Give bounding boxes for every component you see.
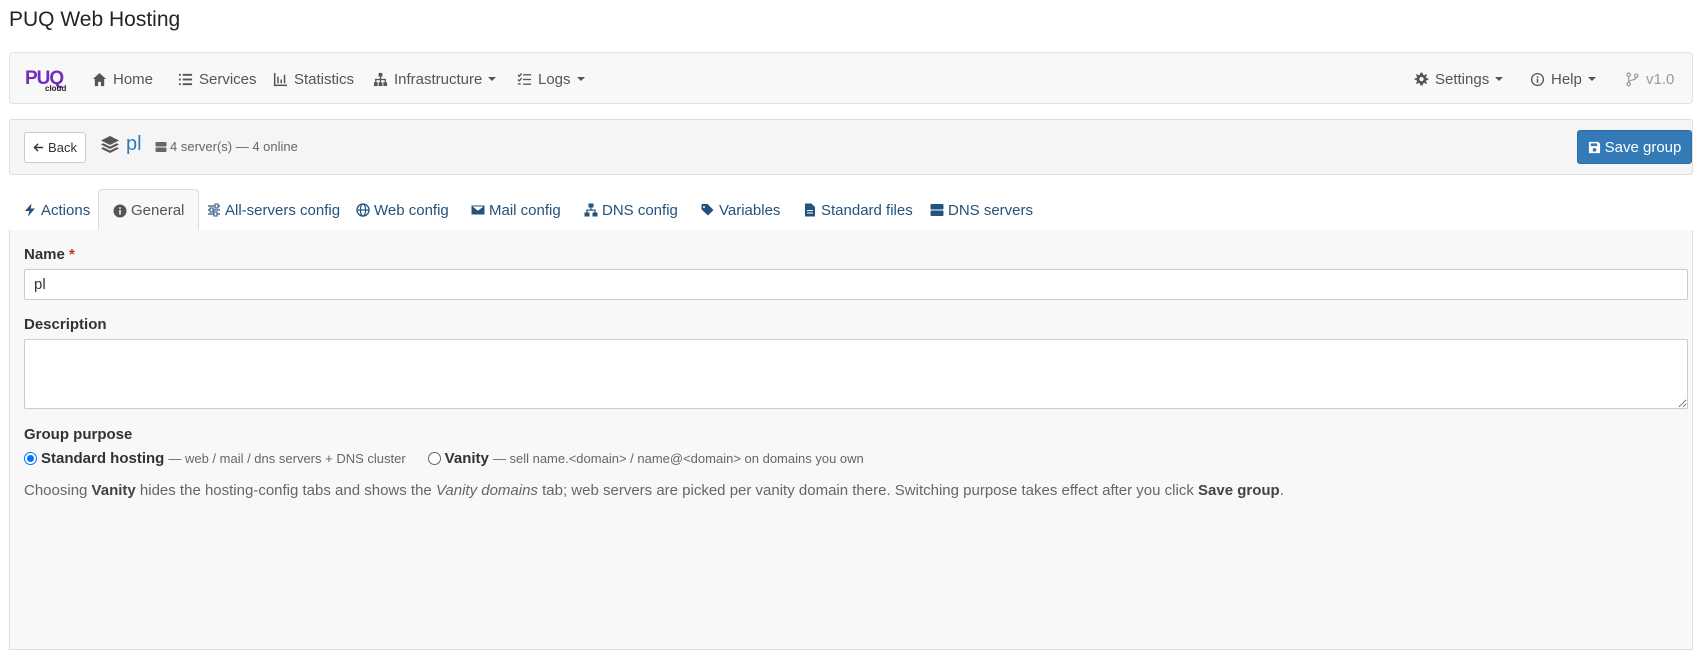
bolt-icon bbox=[25, 203, 35, 217]
config-tabs: Actions General All-servers config Web c… bbox=[9, 189, 1693, 232]
gear-icon bbox=[1414, 72, 1429, 85]
chevron-down-icon bbox=[1495, 77, 1504, 81]
help-text-part: hides the hosting-config tabs and shows … bbox=[135, 482, 436, 499]
nav-home[interactable]: Home bbox=[92, 68, 153, 90]
floppy-disk-icon bbox=[1588, 141, 1600, 153]
tab-general-label: General bbox=[131, 202, 185, 219]
tab-actions[interactable]: Actions bbox=[9, 189, 104, 231]
tasks-icon bbox=[517, 72, 532, 85]
help-text-bold: Vanity bbox=[91, 482, 136, 499]
globe-icon bbox=[356, 203, 370, 217]
name-input[interactable] bbox=[24, 269, 1688, 300]
chevron-down-icon bbox=[576, 77, 585, 81]
save-group-button[interactable]: Save group bbox=[1577, 130, 1692, 164]
server-status: 4 server(s) — 4 online bbox=[155, 139, 298, 154]
sitemap-icon bbox=[373, 72, 388, 86]
group-purpose-label: Group purpose bbox=[24, 426, 133, 443]
save-group-label: Save group bbox=[1604, 138, 1682, 156]
help-text-italic: Vanity domains bbox=[435, 482, 538, 499]
arrow-left-icon bbox=[33, 143, 44, 152]
name-label: Name * bbox=[24, 246, 75, 263]
file-icon bbox=[805, 203, 815, 217]
tab-standard-files[interactable]: Standard files bbox=[789, 189, 927, 231]
tags-icon bbox=[701, 204, 714, 216]
general-tab-panel: Name * Description Group purpose Standar… bbox=[9, 230, 1693, 650]
app-title: PUQ Web Hosting bbox=[9, 8, 181, 31]
group-header-bar: Back pl 4 server(s) — 4 online Save grou… bbox=[9, 119, 1693, 175]
required-marker: * bbox=[69, 246, 75, 263]
nav-statistics[interactable]: Statistics bbox=[273, 68, 354, 90]
nav-infrastructure[interactable]: Infrastructure bbox=[373, 68, 497, 90]
nav-services-label: Services bbox=[199, 70, 257, 88]
nav-home-label: Home bbox=[113, 70, 154, 88]
nav-version-label: v1.0 bbox=[1646, 70, 1675, 88]
home-icon bbox=[92, 72, 107, 86]
purpose-vanity-radio[interactable] bbox=[427, 452, 441, 465]
name-label-text: Name bbox=[24, 246, 65, 263]
tab-all-servers-config[interactable]: All-servers config bbox=[193, 189, 354, 231]
tab-standard-files-label: Standard files bbox=[821, 201, 913, 219]
list-icon bbox=[178, 73, 193, 85]
back-button-label: Back bbox=[48, 140, 77, 155]
tab-dns-servers[interactable]: DNS servers bbox=[916, 189, 1047, 231]
sliders-icon bbox=[208, 203, 220, 217]
nav-statistics-label: Statistics bbox=[294, 70, 355, 88]
chevron-down-icon bbox=[488, 77, 497, 81]
nav-settings[interactable]: Settings bbox=[1414, 68, 1504, 90]
purpose-standard-hint: — web / mail / dns servers + DNS cluster bbox=[168, 451, 406, 466]
tab-mail-config-label: Mail config bbox=[489, 201, 561, 219]
server-icon bbox=[930, 204, 944, 216]
group-title: pl bbox=[100, 133, 142, 156]
tab-variables[interactable]: Variables bbox=[687, 189, 794, 231]
description-label: Description bbox=[24, 316, 107, 333]
nav-settings-label: Settings bbox=[1435, 70, 1490, 88]
group-name-text: pl bbox=[126, 133, 142, 155]
svg-text:cloud: cloud bbox=[45, 84, 66, 92]
tab-mail-config[interactable]: Mail config bbox=[457, 189, 575, 231]
purpose-option-standard[interactable]: Standard hosting — web / mail / dns serv… bbox=[24, 450, 406, 467]
chevron-down-icon bbox=[1587, 77, 1596, 81]
nav-version[interactable]: v1.0 bbox=[1625, 68, 1674, 90]
info-icon bbox=[1530, 72, 1545, 86]
description-textarea[interactable] bbox=[24, 339, 1688, 409]
nav-logs-label: Logs bbox=[538, 70, 571, 88]
purpose-vanity-hint: — sell name.<domain> / name@<domain> on … bbox=[492, 451, 864, 466]
nav-logs[interactable]: Logs bbox=[517, 68, 585, 90]
help-text-bold: Save group bbox=[1198, 482, 1280, 499]
tab-dns-config[interactable]: DNS config bbox=[570, 189, 692, 231]
git-branch-icon bbox=[1626, 72, 1639, 86]
tab-web-config[interactable]: Web config bbox=[342, 189, 463, 231]
tab-dns-servers-label: DNS servers bbox=[948, 201, 1034, 219]
tab-all-servers-config-label: All-servers config bbox=[225, 201, 341, 219]
server-status-text: 4 server(s) — 4 online bbox=[170, 139, 298, 154]
back-button[interactable]: Back bbox=[24, 132, 86, 163]
chart-icon bbox=[273, 72, 288, 86]
network-icon bbox=[584, 203, 598, 217]
nav-help[interactable]: Help bbox=[1530, 68, 1596, 90]
tab-actions-label: Actions bbox=[41, 201, 91, 219]
tab-variables-label: Variables bbox=[719, 201, 781, 219]
purpose-standard-radio[interactable] bbox=[24, 452, 37, 465]
purpose-help-text: Choosing Vanity hides the hosting-config… bbox=[24, 482, 1284, 499]
tab-dns-config-label: DNS config bbox=[602, 201, 678, 219]
nav-services[interactable]: Services bbox=[178, 68, 257, 90]
tab-general[interactable]: General bbox=[98, 189, 200, 232]
info-circle-icon bbox=[113, 204, 127, 217]
help-text-part: Choosing bbox=[24, 482, 92, 499]
envelope-icon bbox=[471, 205, 485, 215]
layers-icon bbox=[101, 135, 119, 153]
nav-infrastructure-label: Infrastructure bbox=[394, 70, 483, 88]
purpose-standard-label: Standard hosting bbox=[41, 450, 165, 467]
tab-web-config-label: Web config bbox=[374, 201, 449, 219]
nav-help-label: Help bbox=[1551, 70, 1582, 88]
server-icon bbox=[155, 141, 167, 152]
help-text-part: . bbox=[1279, 482, 1284, 499]
purpose-option-vanity[interactable]: Vanity — sell name.<domain> / name@<doma… bbox=[427, 450, 864, 467]
puq-cloud-logo[interactable]: PUQ cloud bbox=[25, 66, 71, 93]
help-text-part: tab; web servers are picked per vanity d… bbox=[537, 482, 1198, 499]
purpose-vanity-label: Vanity bbox=[444, 450, 489, 467]
group-purpose-options: Standard hosting — web / mail / dns serv… bbox=[24, 450, 886, 467]
top-navbar: PUQ cloud Home Services Statistics Infra… bbox=[9, 52, 1693, 104]
